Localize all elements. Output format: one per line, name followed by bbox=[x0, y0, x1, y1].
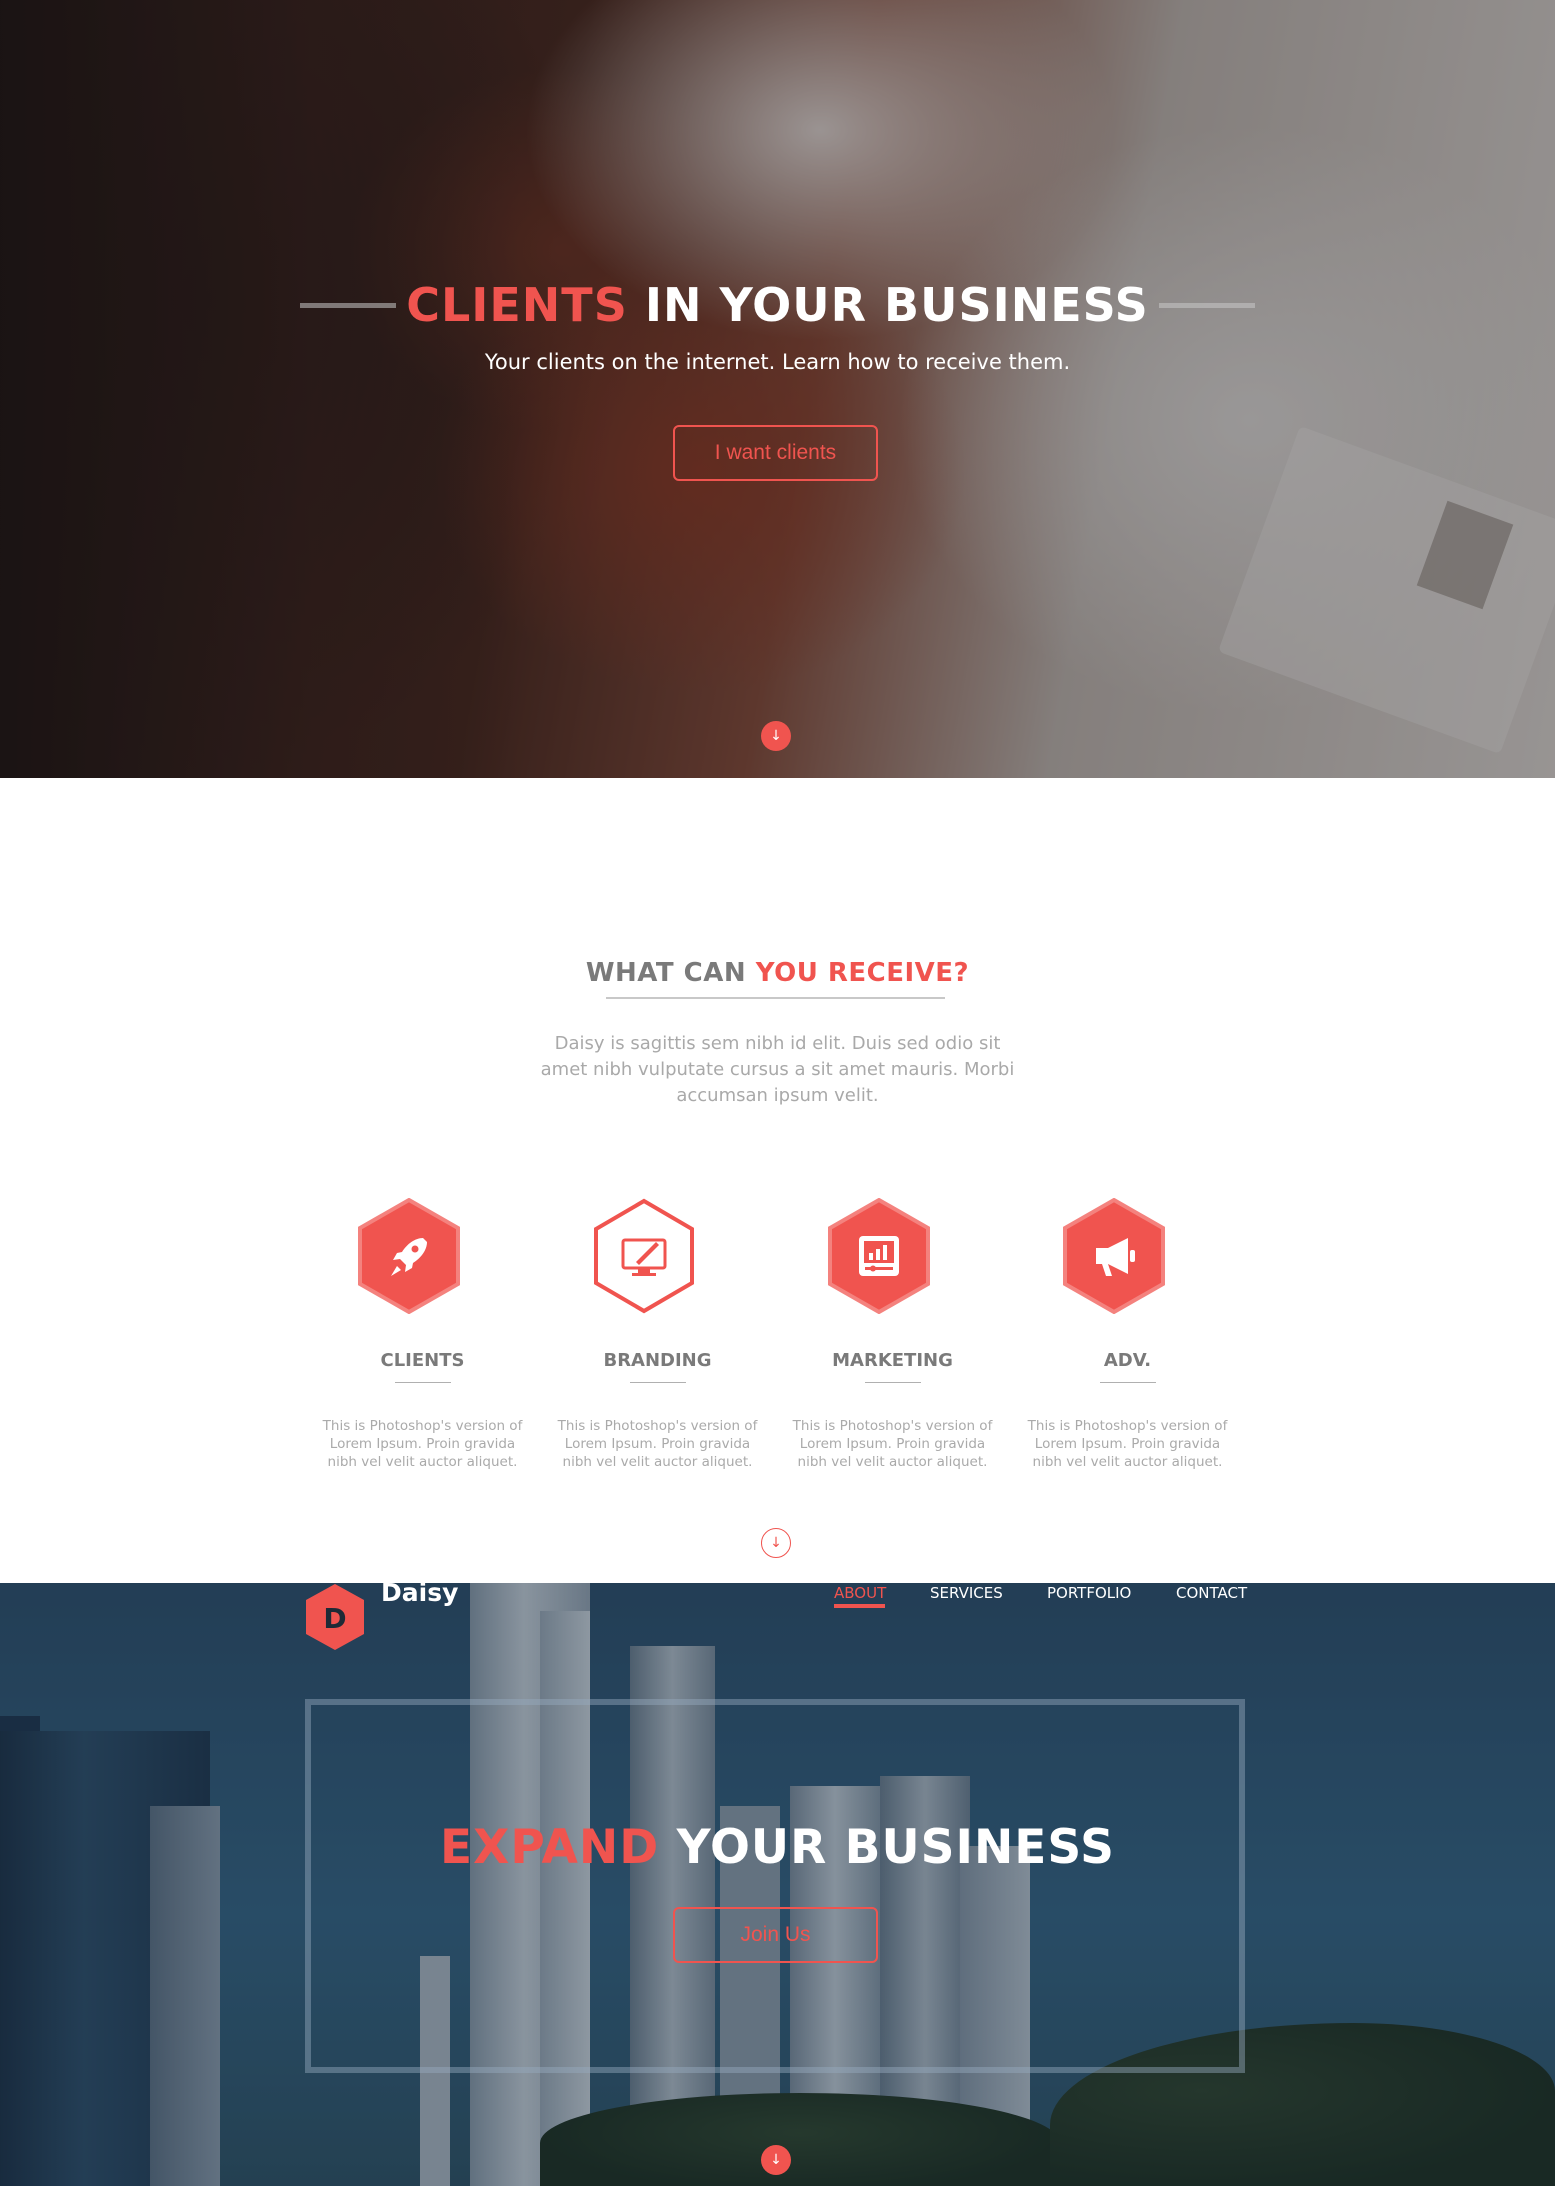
service-title: CLIENTS bbox=[380, 1350, 465, 1371]
services-title: WHAT CAN YOU RECEIVE? bbox=[0, 958, 1555, 988]
megaphone-icon bbox=[1063, 1198, 1165, 1314]
service-title-underline bbox=[395, 1382, 451, 1383]
hero-title-accent: CLIENTS bbox=[406, 278, 628, 332]
service-title: MARKETING bbox=[832, 1350, 953, 1371]
nav-services[interactable]: SERVICES bbox=[930, 1583, 1003, 1613]
city-frame bbox=[305, 1699, 1245, 2073]
hero-section: CLIENTS IN YOUR BUSINESS Your clients on… bbox=[0, 0, 1555, 778]
want-clients-button[interactable]: I want clients bbox=[673, 425, 878, 481]
service-title-underline bbox=[630, 1382, 686, 1383]
hero-title-line-left bbox=[300, 302, 397, 308]
scroll-down-icon[interactable]: ↓ bbox=[761, 721, 791, 751]
rocket-icon bbox=[358, 1198, 460, 1314]
services-description: Daisy is sagittis sem nibh id elit. Duis… bbox=[540, 1033, 1015, 1106]
hero-title-line-right bbox=[1158, 302, 1256, 308]
city-title: EXPAND YOUR BUSINESS bbox=[0, 1820, 1555, 1875]
services-section: WHAT CAN YOU RECEIVE? Daisy is sagittis … bbox=[0, 778, 1555, 1583]
nav-about[interactable]: ABOUT bbox=[834, 1583, 886, 1613]
hero-title-rest: IN YOUR BUSINESS bbox=[644, 278, 1149, 332]
monitor-pen-icon bbox=[594, 1198, 694, 1314]
city-title-accent: EXPAND bbox=[440, 1820, 660, 1875]
service-description: This is Photoshop's version of Lorem Ips… bbox=[1027, 1418, 1228, 1470]
logo-letter: D bbox=[323, 1602, 346, 1635]
city-title-rest: YOUR BUSINESS bbox=[676, 1820, 1115, 1875]
services-title-underline bbox=[606, 997, 945, 999]
join-us-button[interactable]: Join Us bbox=[673, 1907, 878, 1963]
service-description: This is Photoshop's version of Lorem Ips… bbox=[322, 1418, 523, 1470]
service-description: This is Photoshop's version of Lorem Ips… bbox=[557, 1418, 758, 1470]
service-title-underline bbox=[865, 1382, 921, 1383]
scroll-down-icon[interactable]: ↓ bbox=[761, 2145, 791, 2175]
scroll-down-icon[interactable]: ↓ bbox=[761, 1528, 791, 1558]
hero-overlay bbox=[0, 0, 1555, 778]
service-title: ADV. bbox=[1103, 1350, 1152, 1371]
nav-portfolio[interactable]: PORTFOLIO bbox=[1047, 1583, 1131, 1613]
services-title-accent: YOU RECEIVE? bbox=[755, 958, 970, 988]
services-title-gray: WHAT CAN bbox=[585, 958, 747, 988]
logo-text[interactable]: Daisy bbox=[381, 1583, 458, 1605]
service-title-underline bbox=[1100, 1382, 1156, 1383]
hero-subtitle: Your clients on the internet. Learn how … bbox=[484, 350, 1071, 374]
nav-contact[interactable]: CONTACT bbox=[1176, 1583, 1247, 1613]
hero-title-block: CLIENTS IN YOUR BUSINESS bbox=[300, 270, 1256, 340]
service-description: This is Photoshop's version of Lorem Ips… bbox=[792, 1418, 993, 1470]
nav-active-underline bbox=[834, 1604, 885, 1608]
hero-title: CLIENTS IN YOUR BUSINESS bbox=[396, 278, 1159, 332]
logo-hex-icon[interactable]: D bbox=[305, 1583, 365, 1651]
chart-icon bbox=[828, 1198, 930, 1314]
service-title: BRANDING bbox=[603, 1350, 712, 1371]
city-section: D Daisy ABOUT SERVICES PORTFOLIO CONTACT… bbox=[0, 1583, 1555, 2186]
